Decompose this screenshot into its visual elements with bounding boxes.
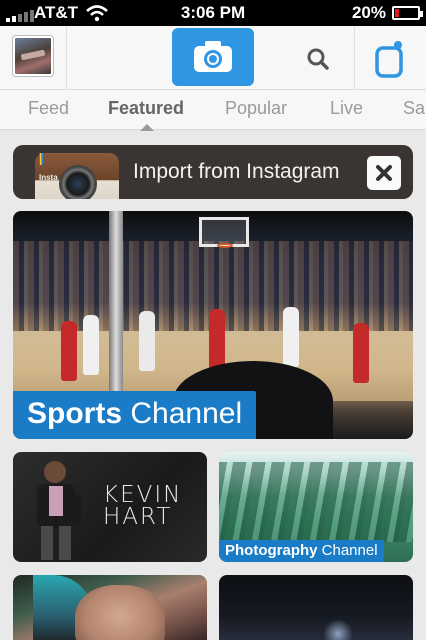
player <box>139 311 155 371</box>
sports-channel-name-rest: Channel <box>122 397 243 430</box>
forest-image <box>219 462 413 542</box>
close-icon <box>376 165 392 181</box>
compose-button[interactable] <box>370 36 410 80</box>
search-icon <box>307 48 329 70</box>
sports-channel-name-bold: Sports <box>27 397 123 430</box>
player <box>61 321 77 381</box>
photography-channel-card[interactable]: Photography Channel <box>219 452 413 562</box>
tab-sa[interactable]: Sa <box>403 98 425 119</box>
kevin-hart-photo <box>37 461 81 560</box>
photography-channel-label: Photography Channel <box>219 540 384 562</box>
tab-live[interactable]: Live <box>330 98 363 119</box>
import-label: Import from Instagram <box>133 160 340 183</box>
dark-channel-card[interactable] <box>219 575 413 640</box>
toolbar-divider <box>66 26 67 90</box>
camera-icon <box>194 41 232 72</box>
channel-tabs: Feed Featured Popular Live Sa <box>0 90 426 130</box>
player <box>283 307 299 367</box>
toolbar-divider <box>354 26 355 90</box>
sports-channel-label: Sports Channel <box>13 391 257 439</box>
tab-popular[interactable]: Popular <box>225 98 287 119</box>
battery-level-fill <box>395 9 399 17</box>
portrait-face <box>75 585 165 640</box>
tab-feed[interactable]: Feed <box>28 98 69 119</box>
search-button[interactable] <box>300 42 336 78</box>
hoop-pole <box>109 211 123 391</box>
player <box>83 315 99 375</box>
avatar[interactable] <box>13 36 53 76</box>
active-tab-pointer <box>140 124 154 131</box>
kevin-hart-card[interactable]: KEVIN HART <box>13 452 207 562</box>
dark-card-highlight <box>323 619 353 640</box>
tab-featured[interactable]: Featured <box>108 98 184 119</box>
photography-channel-name-rest: Channel <box>317 542 378 559</box>
compose-icon <box>375 41 403 78</box>
status-bar: AT&T 3:06 PM 20% <box>0 0 426 26</box>
instagram-icon: Insta <box>35 153 119 199</box>
player <box>209 309 225 369</box>
battery-icon <box>392 6 423 20</box>
kevin-hart-title: KEVIN HART <box>103 482 183 530</box>
player <box>353 323 369 383</box>
kevin-hart-line2: HART <box>103 504 173 530</box>
camera-button[interactable] <box>172 28 254 86</box>
top-toolbar <box>0 26 426 90</box>
instagram-icon-caption: Insta <box>39 173 58 182</box>
battery-percent: 20% <box>351 3 386 22</box>
kevin-hart-line1: KEVIN <box>103 482 183 508</box>
close-button[interactable] <box>367 156 401 190</box>
portrait-channel-card[interactable] <box>13 575 207 640</box>
photography-channel-name-bold: Photography <box>225 542 318 559</box>
hoop <box>217 243 233 248</box>
sports-channel-card[interactable]: Sports Channel <box>13 211 413 439</box>
import-instagram-banner[interactable]: Insta Import from Instagram <box>13 145 413 199</box>
